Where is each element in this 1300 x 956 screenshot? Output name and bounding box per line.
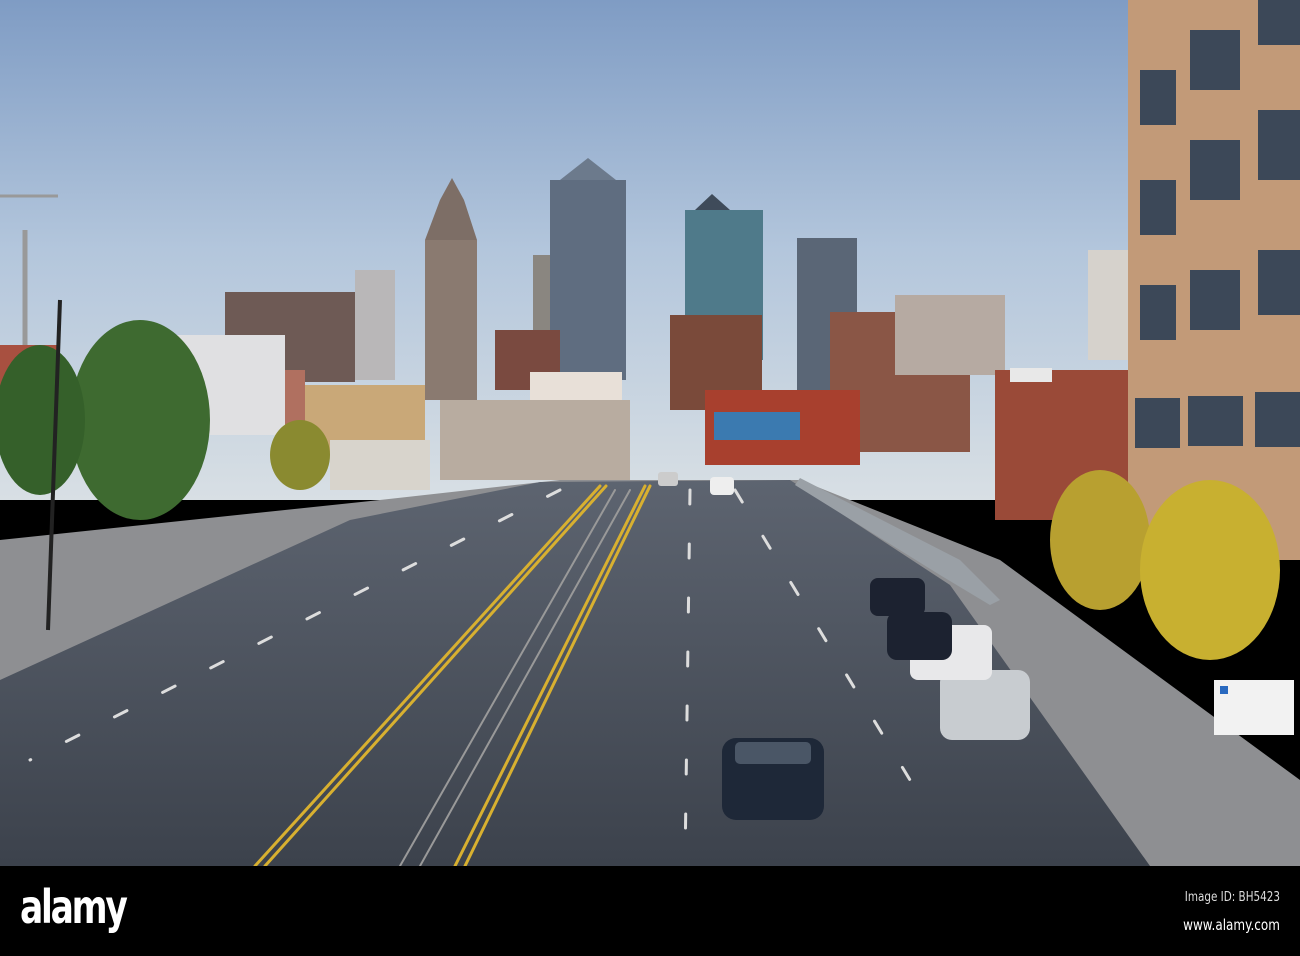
watermark-footer: alamy Image ID: BH5423 www.alamy.com — [0, 866, 1300, 956]
city-street-photo — [0, 0, 1300, 866]
image-id: Image ID: BH5423 — [1184, 890, 1280, 905]
website-link: www.alamy.com — [1183, 916, 1280, 934]
office-building-right — [1128, 0, 1300, 560]
stock-photo: alamy Image ID: BH5423 www.alamy.com — [0, 0, 1300, 956]
alamy-logo: alamy — [20, 880, 128, 934]
